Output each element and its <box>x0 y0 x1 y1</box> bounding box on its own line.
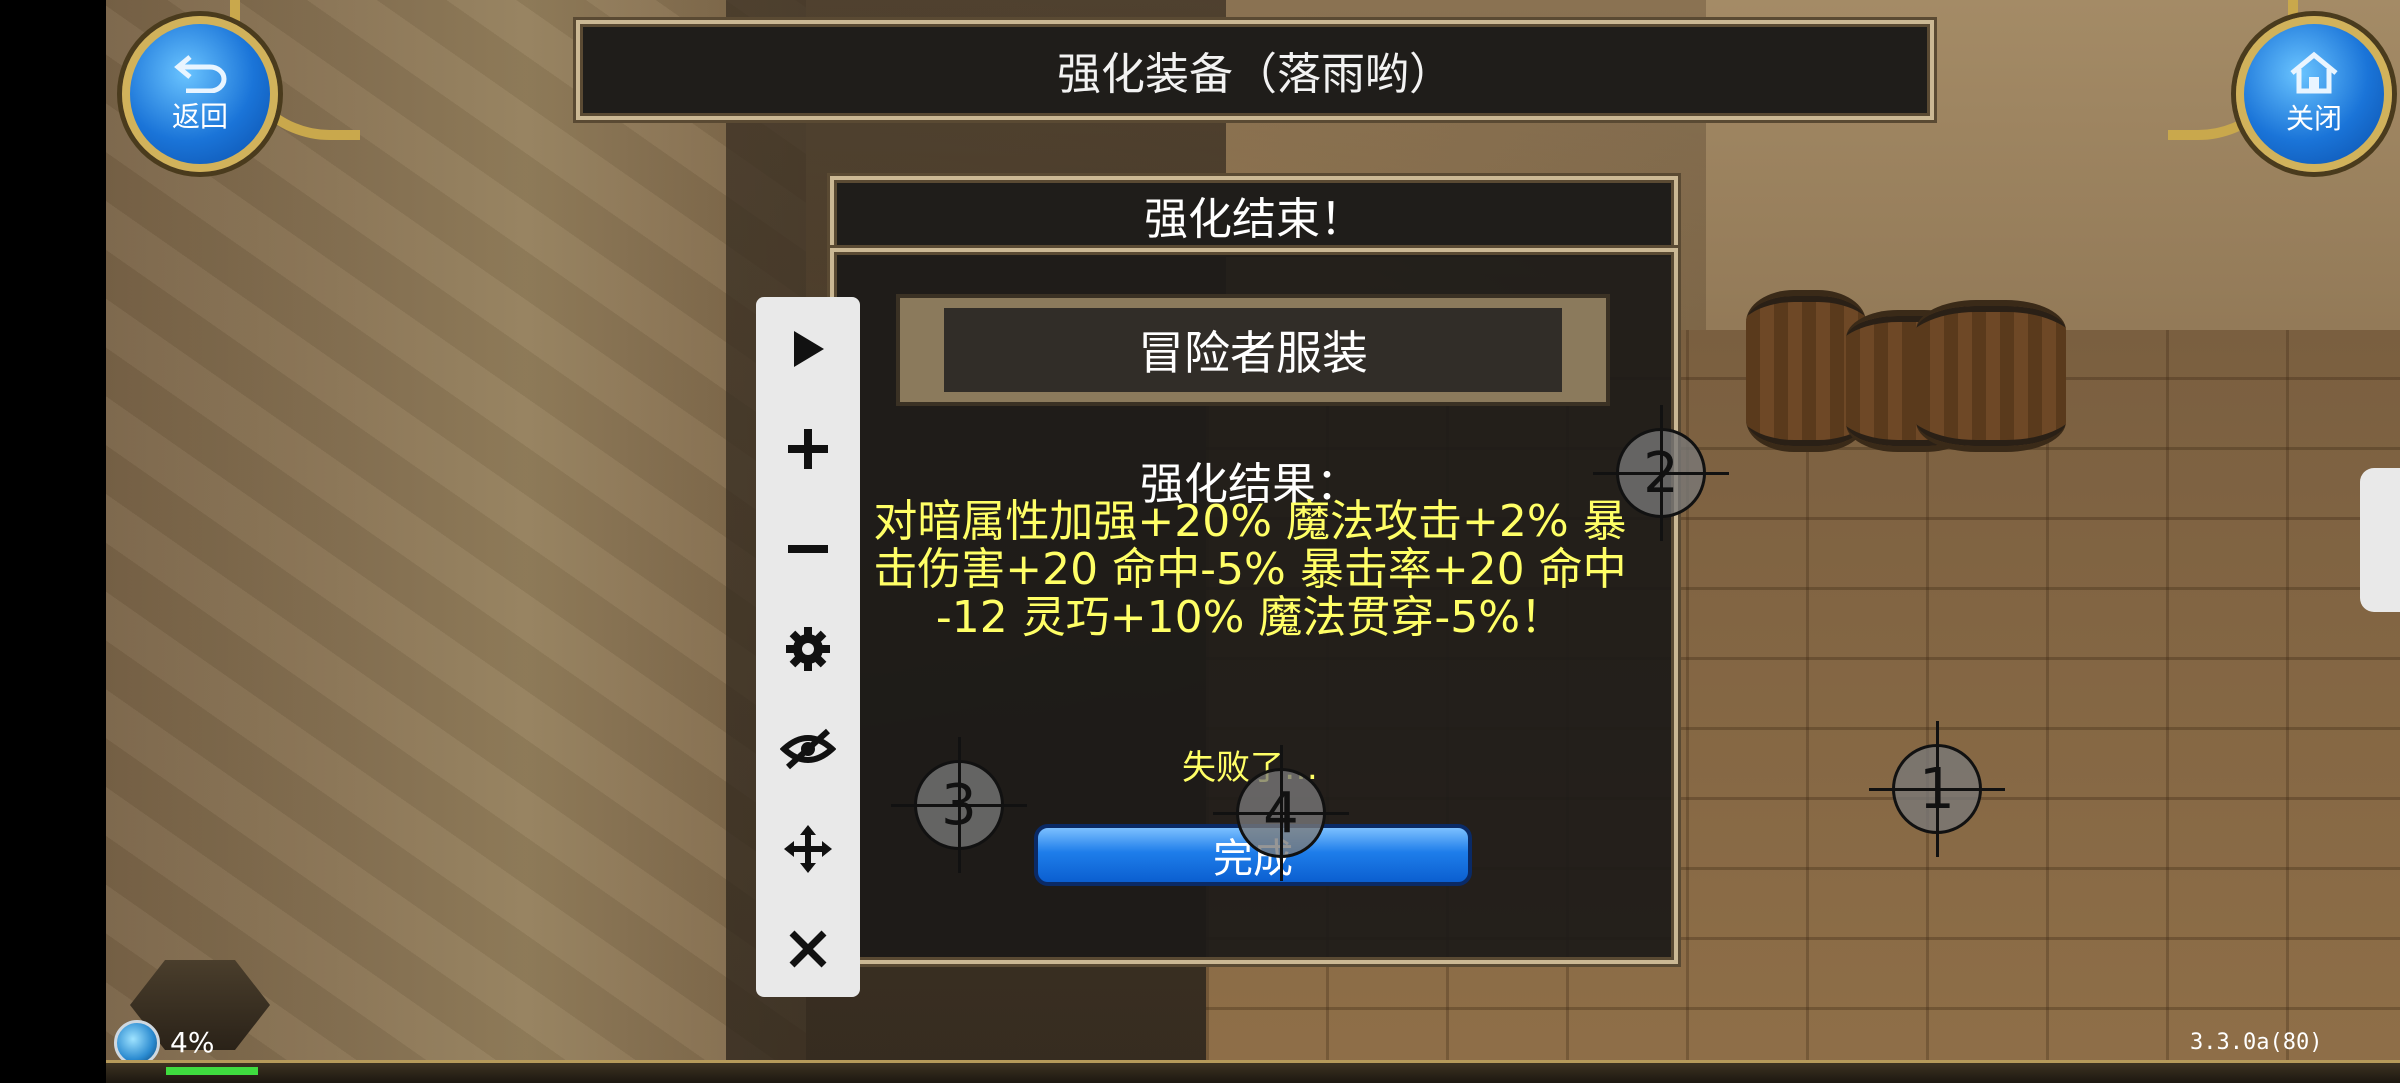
item-name: 冒险者服装 <box>944 308 1562 392</box>
exp-bar-fill <box>166 1067 258 1075</box>
result-detail: 对暗属性加强+20% 魔法攻击+2% 暴 击伤害+20 命中-5% 暴击率+20… <box>860 498 1640 642</box>
gear-icon[interactable] <box>756 609 860 689</box>
dialog-title: 强化结束！ <box>1144 194 1364 245</box>
result-line: -12 灵巧+10% 魔法贯穿-5%！ <box>935 592 1565 643</box>
crosshair-marker-4[interactable]: 4 <box>1213 745 1349 881</box>
close-button-label: 关闭 <box>2285 102 2342 135</box>
title-bar: 强化装备（落雨哟） <box>576 20 1934 120</box>
page-title: 强化装备（落雨哟） <box>1057 49 1453 100</box>
move-icon[interactable] <box>756 809 860 889</box>
play-icon[interactable] <box>756 309 860 389</box>
close-button[interactable]: 关闭 <box>2236 16 2392 172</box>
item-name-box: 冒险者服装 <box>896 294 1610 406</box>
floating-toolbar <box>756 297 860 997</box>
close-icon[interactable] <box>756 909 860 989</box>
minus-icon[interactable] <box>756 509 860 589</box>
plus-icon[interactable] <box>756 409 860 489</box>
exp-percent: 4% <box>170 1026 215 1059</box>
result-line: 对暗属性加强+20% 魔法攻击+2% 暴 <box>873 496 1627 547</box>
side-panel-handle[interactable] <box>2360 468 2400 612</box>
version-text: 3.3.0a(80) <box>2190 1030 2323 1055</box>
eye-off-icon[interactable] <box>756 709 860 789</box>
barrel <box>1916 300 2066 452</box>
dialog-header: 强化结束！ <box>830 176 1678 254</box>
back-button-label: 返回 <box>171 100 228 133</box>
crosshair-marker-1[interactable]: 1 <box>1869 721 2005 857</box>
home-icon <box>2290 51 2338 94</box>
crosshair-marker-2[interactable]: 2 <box>1593 405 1729 541</box>
result-line: 击伤害+20 命中-5% 暴击率+20 命中 <box>873 544 1627 595</box>
back-arrow-icon <box>174 55 227 93</box>
crosshair-marker-3[interactable]: 3 <box>891 737 1027 873</box>
back-button[interactable]: 返回 <box>122 16 278 172</box>
